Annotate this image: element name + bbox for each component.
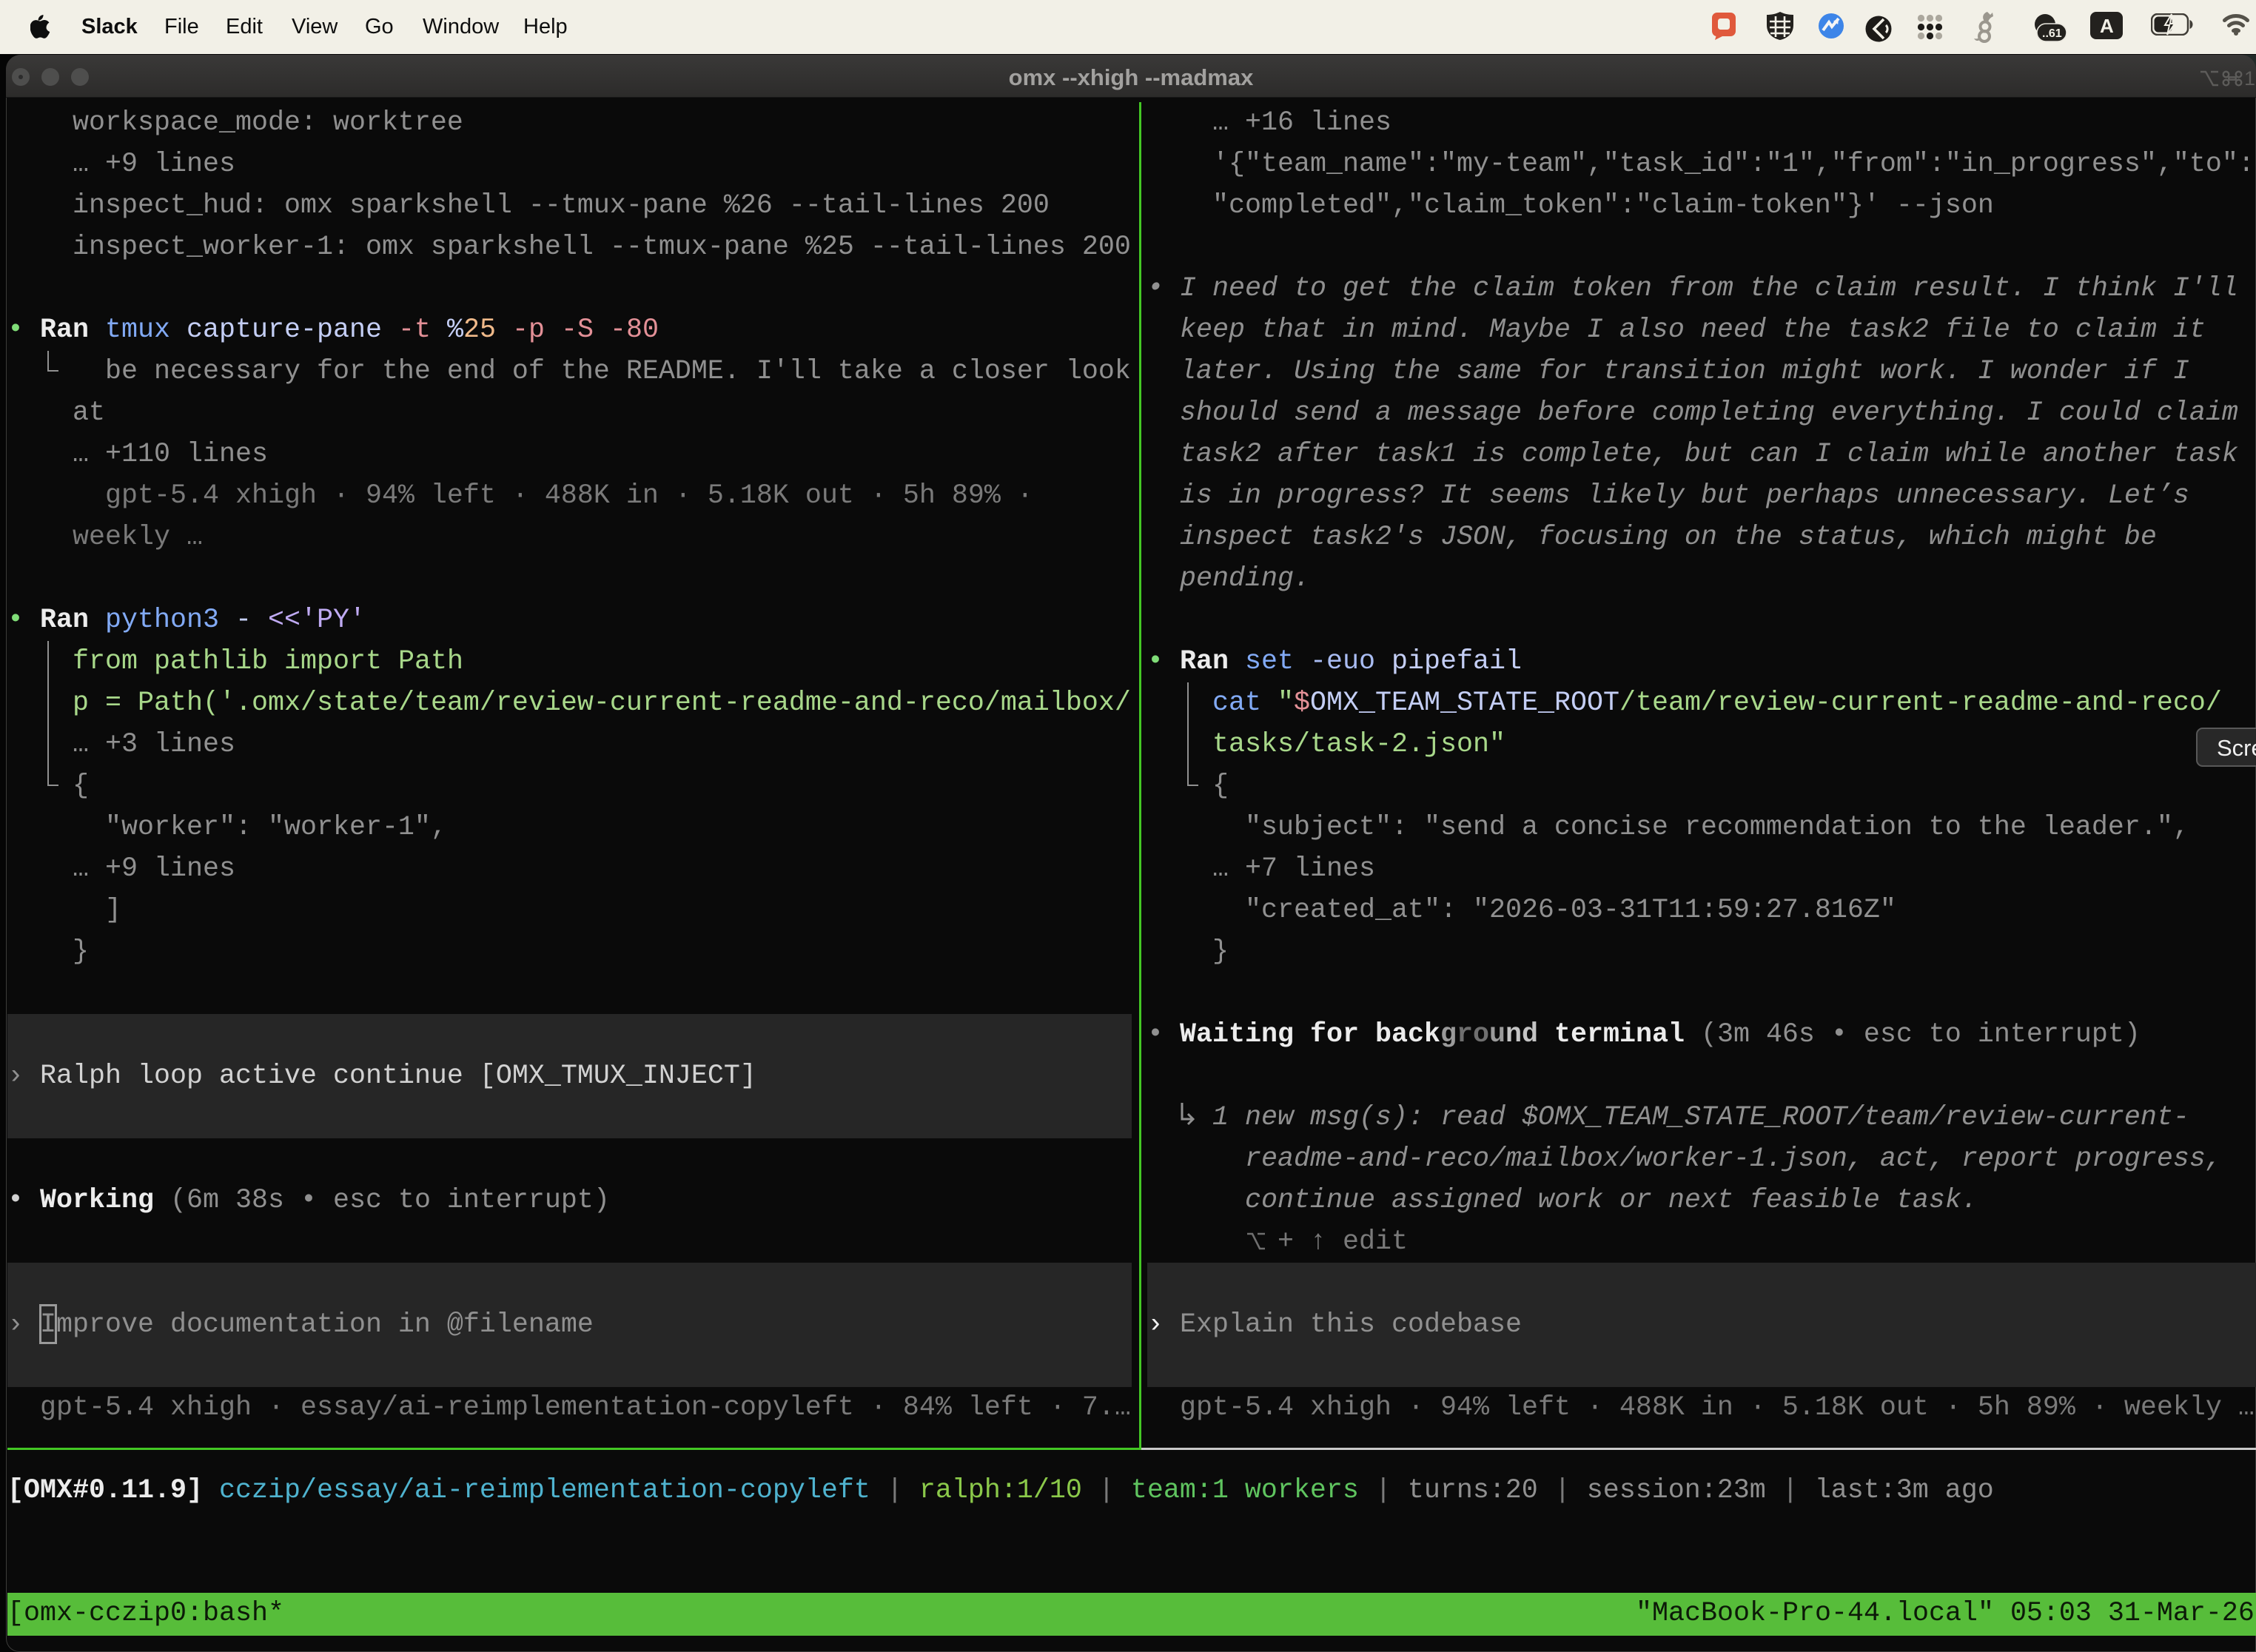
svg-text:..61: ..61 bbox=[2042, 27, 2062, 40]
svg-text:A: A bbox=[2100, 15, 2114, 37]
svg-text:1: 1 bbox=[2244, 67, 2255, 89]
